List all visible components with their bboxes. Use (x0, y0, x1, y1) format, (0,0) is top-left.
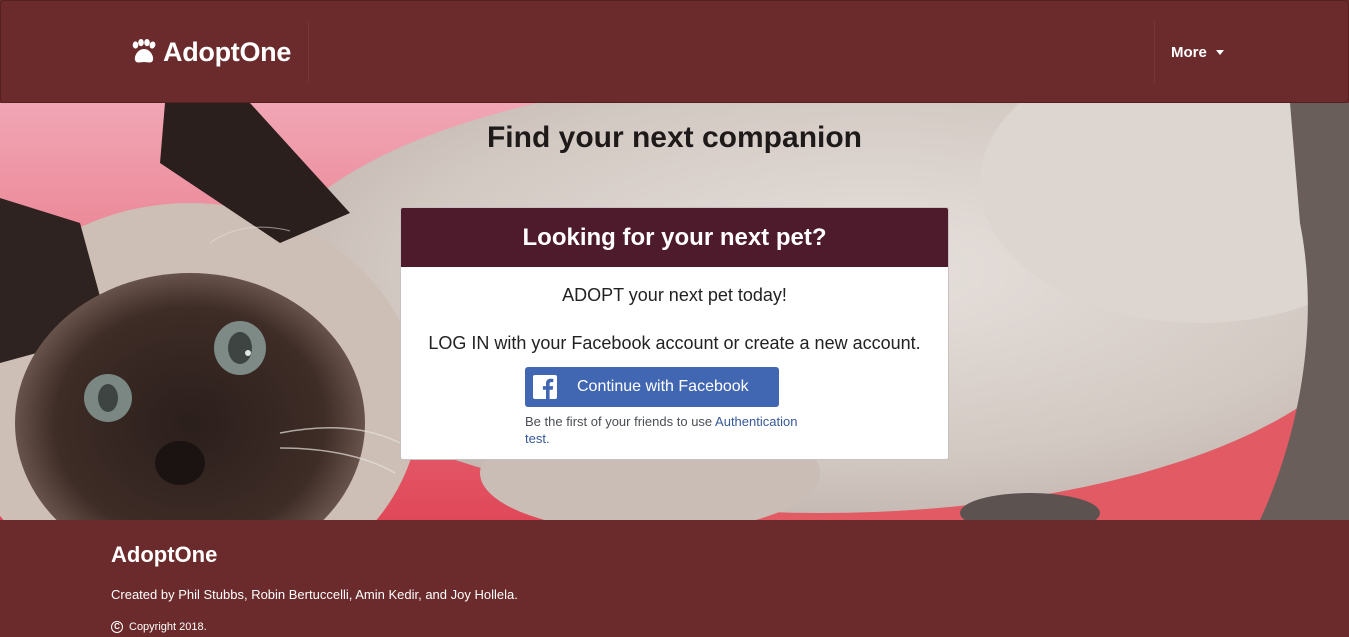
card-header: Looking for your next pet? (401, 208, 948, 267)
hero-title: Find your next companion (486, 121, 862, 154)
continue-with-facebook-button[interactable]: Continue with Facebook (525, 367, 779, 407)
paw-icon (132, 39, 156, 63)
facebook-social-context: Be the first of your friends to use Auth… (525, 413, 825, 447)
social-text: Be the first of your friends to use (525, 414, 716, 429)
copyright-icon: C (111, 621, 123, 633)
footer-credits: Created by Phil Stubbs, Robin Bertuccell… (111, 587, 518, 602)
copyright-text: Copyright 2018. (129, 621, 207, 633)
footer-title: AdoptOne (111, 542, 218, 567)
facebook-icon (533, 375, 557, 399)
brand-name: AdoptOne (163, 36, 292, 67)
footer-copyright: C Copyright 2018. (111, 621, 207, 633)
footer: AdoptOne Created by Phil Stubbs, Robin B… (0, 520, 1349, 637)
facebook-button-label: Continue with Facebook (577, 378, 749, 395)
more-dropdown[interactable]: More (1154, 21, 1242, 83)
caret-down-icon (1215, 50, 1224, 55)
more-label: More (1171, 43, 1207, 61)
login-card: Looking for your next pet? ADOPT your ne… (400, 207, 949, 460)
adopt-text: ADOPT your next pet today! (562, 285, 787, 305)
brand-link[interactable]: AdoptOne (113, 21, 309, 83)
hero-section: Find your next companion Looking for you… (0, 103, 1349, 520)
login-instructions: LOG IN with your Facebook account or cre… (428, 333, 921, 353)
navbar: AdoptOne More (0, 0, 1349, 103)
